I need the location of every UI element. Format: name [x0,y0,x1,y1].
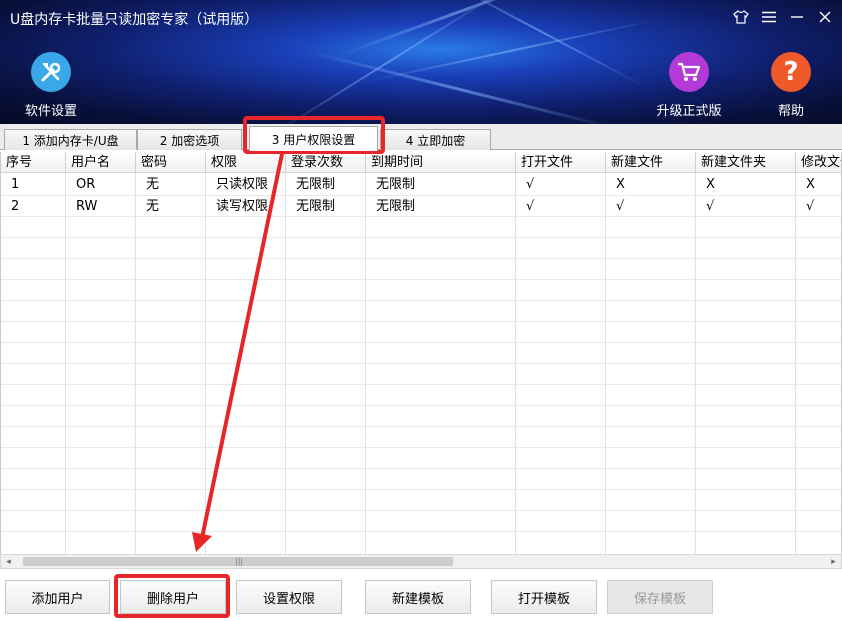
cell-expiry: 无限制 [376,177,416,192]
grid-line [1,279,841,280]
cell-password: 无 [146,199,160,214]
grid-line [1,489,841,490]
help-button[interactable]: ? 帮助 [751,52,831,119]
menu-icon[interactable] [760,8,778,26]
cell-permission: 读写权限 [216,199,269,214]
tab-encrypt-now[interactable]: 4 立即加密 [380,129,491,150]
set-permission-button[interactable]: 设置权限 [236,580,342,614]
col-header-modify-file[interactable]: 修改文件 [796,152,841,173]
cell-modify-file: √ [806,199,815,214]
save-template-button: 保存模板 [607,580,713,614]
decor-beam [270,0,510,124]
users-table: 序号 用户名 密码 权限 登录次数 到期时间 打开文件 新建文件 新建文件夹 修… [0,152,842,554]
open-template-button[interactable]: 打开模板 [491,580,597,614]
grid-line [1,321,841,322]
grid-line [1,531,841,532]
grid-line [1,258,841,259]
cell-permission: 只读权限 [216,177,269,192]
grid-line [1,405,841,406]
col-header-permission[interactable]: 权限 [206,152,286,173]
scroll-left-icon[interactable]: ◂ [1,555,16,568]
col-header-password[interactable]: 密码 [136,152,206,173]
table-row[interactable]: 2 RW 无 读写权限 无限制 无限制 √ √ √ √ [1,196,841,217]
bottom-toolbar: 添加用户 删除用户 设置权限 新建模板 打开模板 保存模板 [0,570,842,621]
scroll-right-icon[interactable]: ▸ [826,555,841,568]
col-header-username[interactable]: 用户名 [66,152,136,173]
table-row[interactable]: 1 OR 无 只读权限 无限制 无限制 √ X X X [1,174,841,195]
grid-line [1,237,841,238]
cell-login-count: 无限制 [296,199,336,214]
col-header-expiry[interactable]: 到期时间 [366,152,516,173]
tab-bar: 1 添加内存卡/U盘 2 加密选项 3 用户权限设置 4 立即加密 [0,124,842,151]
add-user-button[interactable]: 添加用户 [5,580,110,614]
tab-add-card[interactable]: 1 添加内存卡/U盘 [4,129,137,150]
cell-username: RW [76,199,98,214]
close-icon[interactable] [816,8,834,26]
delete-user-button[interactable]: 删除用户 [120,580,226,614]
tab-user-permissions[interactable]: 3 用户权限设置 [249,126,378,151]
grid-line [1,447,841,448]
tab-encrypt-options[interactable]: 2 加密选项 [137,129,242,150]
upgrade-button[interactable]: 升级正式版 [649,52,729,119]
cell-new-file: X [616,177,625,192]
grid-line [1,426,841,427]
cell-index: 2 [11,199,20,214]
cell-open-file: √ [526,177,535,192]
grid-line [1,510,841,511]
cell-modify-file: X [806,177,815,192]
horizontal-scrollbar[interactable]: ◂ ||| ▸ [0,554,842,569]
minimize-icon[interactable] [788,8,806,26]
cell-index: 1 [11,177,20,192]
col-header-login-count[interactable]: 登录次数 [286,152,366,173]
software-settings-button[interactable]: 软件设置 [11,52,91,119]
help-icon: ? [771,52,811,92]
cell-password: 无 [146,177,160,192]
tools-icon [31,52,71,92]
window-title: U盘内存卡批量只读加密专家（试用版） [10,12,259,28]
decor-beam [337,0,583,58]
cell-new-folder: √ [706,199,715,214]
grid-line [1,363,841,364]
col-header-new-folder[interactable]: 新建文件夹 [696,152,796,173]
grid-line [1,468,841,469]
help-label: 帮助 [777,104,804,119]
app-header: U盘内存卡批量只读加密专家（试用版） 软件设置 升级正式版 ? 帮助 [0,0,842,124]
skin-icon[interactable] [732,8,750,26]
grid-line [1,300,841,301]
cell-login-count: 无限制 [296,177,336,192]
upgrade-label: 升级正式版 [656,104,722,119]
cell-username: OR [76,177,96,192]
new-template-button[interactable]: 新建模板 [365,580,471,614]
help-glyph: ? [783,57,799,87]
cell-new-folder: X [706,177,715,192]
window-controls [732,8,834,26]
cell-expiry: 无限制 [376,199,416,214]
settings-label: 软件设置 [24,104,77,119]
grid-line [1,384,841,385]
cart-icon [669,52,709,92]
col-header-index[interactable]: 序号 [1,152,66,173]
cell-open-file: √ [526,199,535,214]
scrollbar-grip: ||| [235,557,244,566]
cell-new-file: √ [616,199,625,214]
col-header-new-file[interactable]: 新建文件 [606,152,696,173]
grid-line [1,342,841,343]
col-header-open-file[interactable]: 打开文件 [516,152,606,173]
table-header: 序号 用户名 密码 权限 登录次数 到期时间 打开文件 新建文件 新建文件夹 修… [1,152,841,173]
